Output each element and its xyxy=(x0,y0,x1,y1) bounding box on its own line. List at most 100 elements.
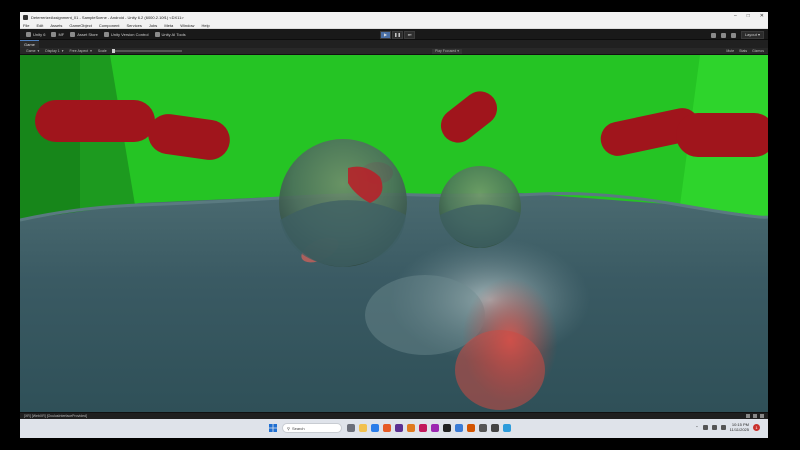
screen: DeterrerizeAssignment_01 - SampleScene -… xyxy=(20,12,768,438)
version-control-button[interactable]: Unity Version Control xyxy=(103,31,149,37)
app-icon-purple[interactable] xyxy=(395,424,403,432)
unity-ai-button[interactable]: Unity AI Tools xyxy=(154,31,186,37)
task-view-icon[interactable] xyxy=(347,424,355,432)
unity-hub-icon[interactable] xyxy=(443,424,451,432)
settings-icon[interactable] xyxy=(720,32,726,38)
account-label: Unity 6 xyxy=(33,31,46,37)
settings-app-icon[interactable] xyxy=(479,424,487,432)
menu-services[interactable]: Services xyxy=(127,23,142,28)
pause-button[interactable]: ❚❚ xyxy=(392,31,403,39)
unity-ai-label: Unity AI Tools xyxy=(161,31,186,37)
menu-assets[interactable]: Assets xyxy=(50,23,62,28)
tab-bar: Game xyxy=(20,40,768,48)
account-button[interactable]: Unity 6 xyxy=(26,31,46,37)
layout-label: Layout xyxy=(744,32,757,37)
cloud-label: MF xyxy=(58,31,65,37)
game-view-options: Game ▾ Display 1 ▾ Free Aspect ▾ Scale P… xyxy=(20,48,768,55)
tray-chevron-icon[interactable]: ⌃ xyxy=(695,425,698,430)
tab-game[interactable]: Game xyxy=(20,40,39,48)
play-focused-dropdown[interactable]: Play Focused ▾ xyxy=(432,49,462,54)
layout-dropdown[interactable]: Layout ▾ xyxy=(740,31,764,39)
mute-toggle[interactable]: Mute xyxy=(726,49,734,53)
status-bar: [XR] [WebXR] [OculusInterfaceProvided] xyxy=(20,412,768,419)
progress-icon[interactable] xyxy=(746,414,750,418)
gizmos-toggle[interactable]: Gizmos xyxy=(752,49,764,53)
unity-editor-icon[interactable] xyxy=(491,424,499,432)
scale-slider-knob[interactable] xyxy=(111,49,115,53)
menu-file[interactable]: File xyxy=(23,23,29,28)
windows-start-icon[interactable] xyxy=(269,424,277,432)
step-icon: ⏭ xyxy=(407,32,412,37)
menu-edit[interactable]: Edit xyxy=(36,23,43,28)
menu-meta[interactable]: Meta xyxy=(164,23,173,28)
play-focused-label: Play Focused xyxy=(435,49,457,53)
display-label: Display 1 xyxy=(45,49,60,53)
game-mode-label: Game xyxy=(26,49,36,53)
close-icon[interactable]: ✕ xyxy=(760,13,764,19)
wifi-icon[interactable] xyxy=(702,424,708,430)
scale-slider[interactable] xyxy=(111,49,182,53)
menu-component[interactable]: Component xyxy=(99,23,120,28)
firefox-icon[interactable] xyxy=(407,424,415,432)
clock-date: 11/11/2025 xyxy=(729,427,749,432)
play-button[interactable]: ▶ xyxy=(380,31,391,39)
stats-toggle[interactable]: Stats xyxy=(739,49,747,53)
aspect-dropdown[interactable]: Free Aspect ▾ xyxy=(69,49,91,53)
menu-help[interactable]: Help xyxy=(201,23,209,28)
red-reflection-core xyxy=(455,330,545,410)
maximize-icon[interactable]: □ xyxy=(747,13,750,19)
red-capsule xyxy=(35,100,155,142)
cloud-icon xyxy=(51,31,57,37)
store-icon xyxy=(70,31,76,37)
edge-icon[interactable] xyxy=(371,424,379,432)
brave-icon[interactable] xyxy=(383,424,391,432)
notification-icon[interactable] xyxy=(760,414,764,418)
cloud-button[interactable]: MF xyxy=(51,31,65,37)
status-message[interactable]: [XR] [WebXR] [OculusInterfaceProvided] xyxy=(24,414,87,418)
ai-icon xyxy=(154,31,160,37)
taskbar-search[interactable]: ⚲ Search xyxy=(282,423,342,433)
tab-game-label: Game xyxy=(24,42,35,47)
game-mode-dropdown[interactable]: Game ▾ xyxy=(26,49,39,53)
asset-store-button[interactable]: Asset Store xyxy=(70,31,98,37)
search-icon[interactable] xyxy=(730,32,736,38)
game-viewport[interactable] xyxy=(20,55,768,412)
system-tray: ⌃ 10:15 PM 11/11/2025 1 xyxy=(695,422,760,432)
battery-icon[interactable] xyxy=(720,424,726,430)
step-button[interactable]: ⏭ xyxy=(404,31,415,39)
console-icon[interactable] xyxy=(753,414,757,418)
menu-jobs[interactable]: Jobs xyxy=(149,23,157,28)
aspect-label: Free Aspect xyxy=(69,49,89,53)
app-icon-pink[interactable] xyxy=(419,424,427,432)
asset-store-label: Asset Store xyxy=(77,31,98,37)
notification-badge[interactable]: 1 xyxy=(753,423,760,431)
app-icon-cyan[interactable] xyxy=(503,424,511,432)
os-taskbar: ⚲ Search ⌃ 10:15 PM 11/11/2025 1 xyxy=(20,419,768,438)
cloud-services-icon[interactable] xyxy=(710,32,716,38)
minimize-icon[interactable]: – xyxy=(734,13,737,19)
unity-logo-icon xyxy=(26,31,31,37)
window-controls: – □ ✕ xyxy=(734,13,764,19)
menu-bar: File Edit Assets GameObject Component Se… xyxy=(20,22,768,29)
play-icon: ▶ xyxy=(383,32,388,37)
scale-label: Scale xyxy=(97,49,107,53)
menu-gameobject[interactable]: GameObject xyxy=(69,23,91,28)
branch-icon xyxy=(103,31,109,37)
taskbar-search-placeholder: Search xyxy=(291,425,305,431)
clock[interactable]: 10:15 PM 11/11/2025 xyxy=(730,422,749,432)
toolbar-right: Layout ▾ xyxy=(710,31,764,39)
window-titlebar: DeterrerizeAssignment_01 - SampleScene -… xyxy=(20,12,768,22)
app-icon-blue[interactable] xyxy=(455,424,463,432)
volume-icon[interactable] xyxy=(711,424,717,430)
app-icon-violet[interactable] xyxy=(431,424,439,432)
game-options-right: Mute Stats Gizmos xyxy=(726,49,764,53)
play-controls: ▶ ❚❚ ⏭ xyxy=(380,31,415,39)
scene-render xyxy=(20,55,768,412)
display-dropdown[interactable]: Display 1 ▾ xyxy=(45,49,63,53)
file-explorer-icon[interactable] xyxy=(359,424,367,432)
app-icon-orange[interactable] xyxy=(467,424,475,432)
version-control-label: Unity Version Control xyxy=(110,31,149,37)
taskbar-apps xyxy=(347,424,511,432)
menu-window[interactable]: Window xyxy=(180,23,194,28)
red-capsule xyxy=(676,113,768,157)
